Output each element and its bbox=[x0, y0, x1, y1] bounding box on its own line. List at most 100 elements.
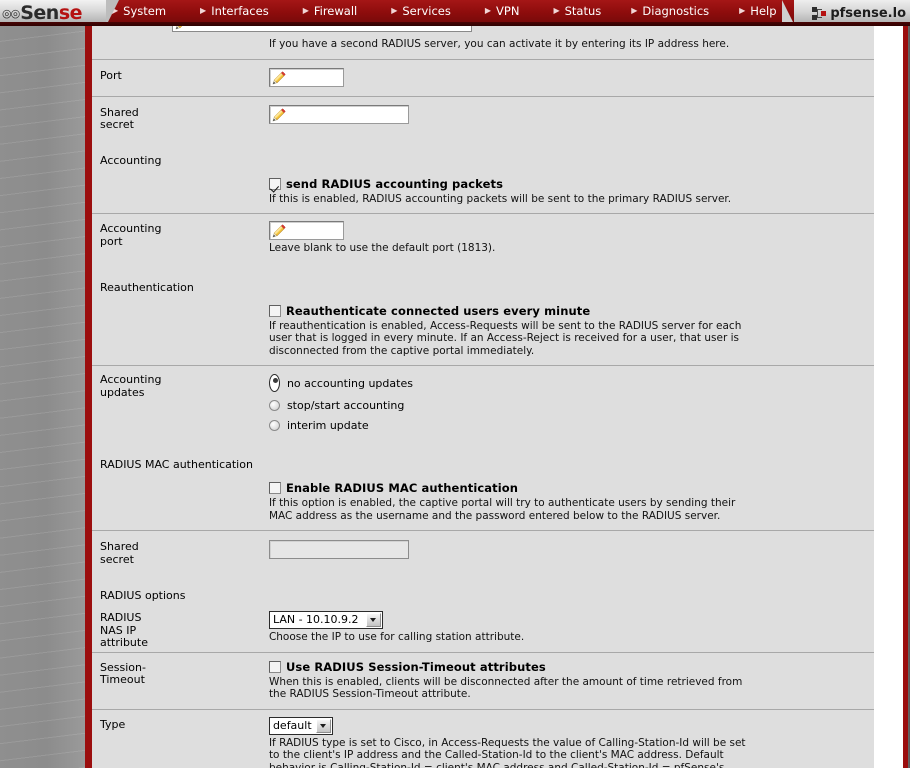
menu-item-vpn[interactable]: ▶ VPN bbox=[485, 4, 520, 18]
chevron-right-icon: ▶ bbox=[553, 6, 560, 15]
session-timeout-checkbox-row[interactable]: Use RADIUS Session-Timeout attributes bbox=[268, 659, 866, 674]
chevron-right-icon: ▶ bbox=[631, 6, 638, 15]
section-blank-cell bbox=[259, 140, 874, 171]
menu-item-label: Status bbox=[564, 4, 602, 18]
radio-stop-start-accounting[interactable] bbox=[268, 400, 280, 411]
accounting-port-field-cell: Leave blank to use the default port (181… bbox=[258, 213, 874, 265]
table-row-send-accounting: send RADIUS accounting packets If this i… bbox=[92, 171, 874, 214]
menu-item-firewall[interactable]: ▶ Firewall bbox=[303, 4, 358, 18]
pencil-icon bbox=[272, 107, 286, 121]
section-blank-cell bbox=[259, 575, 874, 606]
send-accounting-cell: send RADIUS accounting packets If this i… bbox=[259, 171, 874, 214]
logo-wordmark: Sense bbox=[20, 1, 83, 24]
chevron-right-icon: ▶ bbox=[391, 6, 398, 15]
mac-shared-secret-input[interactable] bbox=[268, 540, 409, 559]
type-selected-value: default bbox=[272, 718, 312, 732]
reauthenticate-label: Reauthenticate connected users every min… bbox=[285, 303, 591, 318]
nas-ip-help: Choose the IP to use for calling station… bbox=[268, 631, 525, 643]
table-row-section-radius-mac: RADIUS MAC authentication bbox=[92, 442, 874, 475]
radio-option-interim-update[interactable]: interim update bbox=[268, 419, 866, 432]
nas-ip-select[interactable]: LAN - 10.10.9.2 bbox=[268, 611, 383, 629]
left-decorative-rail bbox=[0, 22, 88, 768]
send-accounting-help: If this is enabled, RADIUS accounting pa… bbox=[268, 192, 732, 205]
accounting-port-label-line2: port bbox=[100, 234, 123, 248]
menu-item-help[interactable]: ▶ Help bbox=[739, 4, 776, 18]
session-timeout-checkbox-label: Use RADIUS Session-Timeout attributes bbox=[285, 659, 546, 674]
logo-word-part1: Sen bbox=[20, 1, 59, 24]
accounting-updates-label-line1: Accounting bbox=[100, 373, 162, 386]
secondary-radius-help-text: If you have a second RADIUS server, you … bbox=[268, 38, 730, 50]
empty-label-cell bbox=[92, 475, 259, 531]
shared-secret-label-line1: Shared bbox=[100, 105, 139, 119]
accounting-updates-label-line2: updates bbox=[100, 385, 145, 399]
menu-item-system[interactable]: ▶ System bbox=[112, 4, 166, 18]
table-row-section-radius-options: RADIUS options bbox=[92, 575, 874, 606]
nas-ip-label-line2: NAS IP bbox=[100, 623, 137, 637]
nas-ip-label: RADIUS NAS IP attribute bbox=[92, 606, 259, 652]
accounting-port-input[interactable] bbox=[268, 221, 344, 240]
radio-option-stop-start-accounting[interactable]: stop/start accounting bbox=[268, 399, 866, 412]
menu-item-interfaces[interactable]: ▶ Interfaces bbox=[200, 4, 269, 18]
send-accounting-checkbox[interactable] bbox=[268, 177, 281, 190]
enable-radius-mac-checkbox-row[interactable]: Enable RADIUS MAC authentication bbox=[268, 481, 866, 495]
accounting-port-label-line1: Accounting bbox=[100, 222, 162, 235]
mac-shared-secret-field-cell bbox=[258, 530, 874, 575]
section-header-accounting: Accounting bbox=[100, 153, 162, 167]
secondary-radius-ip-input-clipped[interactable] bbox=[172, 26, 472, 32]
menu-item-status[interactable]: ▶ Status bbox=[553, 4, 601, 18]
port-field-cell bbox=[258, 58, 874, 96]
port-label: Port bbox=[92, 58, 259, 96]
type-field-cell: default If RADIUS type is set to Cisco, … bbox=[258, 708, 874, 768]
session-timeout-label-line1: Session- bbox=[100, 660, 146, 674]
session-timeout-label-line2: Timeout bbox=[100, 673, 145, 686]
menu-item-label: Firewall bbox=[313, 4, 358, 18]
reauthenticate-checkbox-row[interactable]: Reauthenticate connected users every min… bbox=[268, 303, 866, 318]
session-timeout-label: Session- Timeout bbox=[92, 651, 259, 709]
section-header-reauthentication: Reauthentication bbox=[100, 280, 194, 294]
enable-radius-mac-cell: Enable RADIUS MAC authentication If this… bbox=[259, 475, 874, 531]
menu-item-label: Diagnostics bbox=[642, 4, 710, 18]
menu-item-services[interactable]: ▶ Services bbox=[391, 4, 451, 18]
radio-option-no-accounting-updates[interactable]: no accounting updates bbox=[268, 374, 866, 392]
accounting-port-label: Accounting port bbox=[92, 213, 259, 265]
logo-mark-icon: ◎◎ bbox=[2, 6, 20, 20]
chevron-right-icon: ▶ bbox=[484, 6, 492, 15]
send-accounting-label: send RADIUS accounting packets bbox=[285, 176, 504, 191]
nas-ip-label-line1: RADIUS bbox=[100, 611, 142, 624]
mac-shared-secret-label-line2: secret bbox=[100, 552, 134, 566]
radio-no-accounting-updates[interactable] bbox=[268, 374, 280, 392]
table-row-accounting-updates: Accounting updates no accounting updates… bbox=[92, 365, 874, 442]
menu-item-label: System bbox=[123, 4, 167, 18]
type-select[interactable]: default bbox=[268, 716, 333, 735]
type-label: Type bbox=[92, 708, 259, 768]
logo-word-part2: se bbox=[58, 1, 83, 24]
chevron-down-icon[interactable] bbox=[365, 613, 381, 627]
reauthenticate-checkbox[interactable] bbox=[268, 304, 281, 317]
captive-portal-radius-form: If you have a second RADIUS server, you … bbox=[92, 26, 874, 768]
empty-label-cell bbox=[92, 298, 259, 366]
chevron-right-icon: ▶ bbox=[200, 6, 207, 15]
radio-interim-update[interactable] bbox=[268, 420, 280, 431]
table-row-nas-ip: RADIUS NAS IP attribute LAN - 10.10.9.2 … bbox=[92, 606, 874, 652]
enable-radius-mac-label: Enable RADIUS MAC authentication bbox=[285, 481, 519, 495]
port-input[interactable] bbox=[268, 67, 344, 87]
enable-radius-mac-help: If this option is enabled, the captive p… bbox=[268, 497, 736, 522]
section-header-radius-options: RADIUS options bbox=[100, 589, 186, 602]
type-label-text: Type bbox=[100, 717, 126, 731]
menu-item-diagnostics[interactable]: ▶ Diagnostics bbox=[631, 4, 709, 18]
session-timeout-checkbox[interactable] bbox=[268, 660, 281, 673]
table-row-session-timeout: Session- Timeout Use RADIUS Session-Time… bbox=[92, 651, 874, 709]
shared-secret-input[interactable] bbox=[268, 104, 409, 124]
menu-item-label: Help bbox=[750, 4, 777, 18]
table-row-port: Port bbox=[92, 58, 874, 96]
enable-radius-mac-checkbox[interactable] bbox=[268, 482, 281, 494]
mac-shared-secret-label-line1: Shared bbox=[100, 540, 139, 553]
network-node-icon bbox=[812, 6, 827, 20]
pencil-icon bbox=[175, 26, 183, 30]
section-header-radius-mac: RADIUS MAC authentication bbox=[100, 458, 253, 471]
chevron-down-icon[interactable] bbox=[315, 718, 331, 733]
mac-shared-secret-label: Shared secret bbox=[92, 530, 259, 575]
send-accounting-checkbox-row[interactable]: send RADIUS accounting packets bbox=[268, 176, 866, 191]
radio-label: stop/start accounting bbox=[286, 399, 405, 412]
radio-label: interim update bbox=[286, 419, 369, 432]
